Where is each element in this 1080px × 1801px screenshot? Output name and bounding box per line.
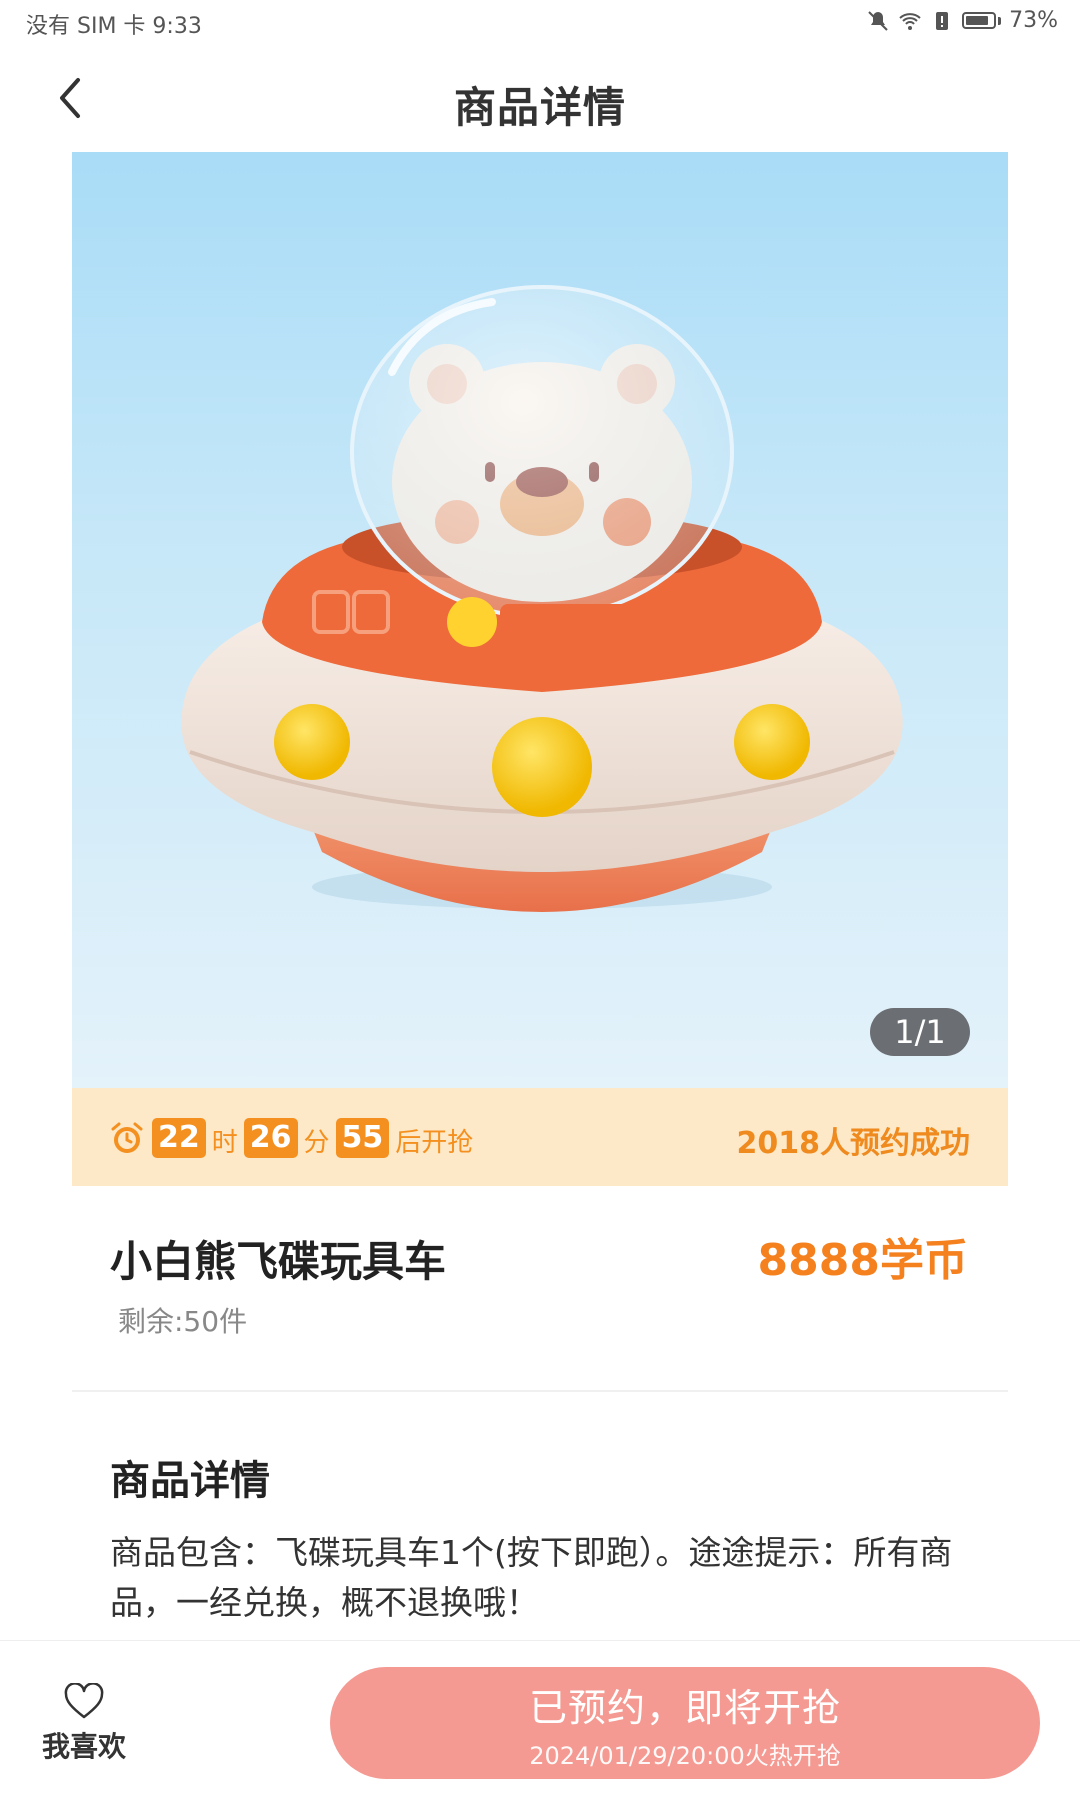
mute-bell-icon: [868, 10, 888, 31]
sim-alert-icon: [936, 11, 949, 30]
reserve-button-label: 已预约，即将开抢: [528, 1686, 841, 1730]
product-price: 8888学币: [757, 1235, 968, 1286]
ufo-toy-image: [181, 285, 903, 912]
countdown-hours: 22: [152, 1117, 206, 1158]
status-bar: 没有 SIM 卡 9:33 73%: [0, 0, 1080, 44]
gallery-pager: 1/1: [870, 1008, 970, 1056]
product-image-gallery[interactable]: 1/1: [72, 152, 1008, 1088]
countdown-minutes-unit: 分: [303, 1128, 330, 1158]
product-name: 小白熊飞碟玩具车: [110, 1237, 447, 1286]
bottom-action-bar: 我喜欢 已预约，即将开抢 2024/01/29/20:00火热开抢: [0, 1640, 1080, 1801]
reserve-button[interactable]: 已预约，即将开抢 2024/01/29/20:00火热开抢: [330, 1667, 1040, 1779]
details-description: 商品包含：飞碟玩具车1个(按下即跑）。途途提示：所有商品，一经兑换，概不退换哦！: [110, 1533, 953, 1622]
divider: [72, 1390, 1008, 1392]
status-carrier-time: 没有 SIM 卡 9:33: [26, 14, 202, 39]
details-section-title: 商品详情: [110, 1458, 270, 1504]
favorite-button[interactable]: 我喜欢: [34, 1683, 134, 1765]
page-title: 商品详情: [453, 83, 626, 132]
battery-percent: 73%: [1009, 8, 1058, 33]
reservation-count: 2018人预约成功: [736, 1126, 971, 1161]
stock-remaining: 剩余:50件: [118, 1305, 248, 1338]
alarm-clock-icon: [111, 1122, 143, 1153]
favorite-label: 我喜欢: [41, 1730, 126, 1763]
countdown-minutes: 26: [243, 1117, 298, 1158]
countdown-seconds: 55: [335, 1117, 390, 1158]
countdown-timer: 22 时 26 分 55 后开抢: [110, 1116, 479, 1159]
countdown-bar: 22 时 26 分 55 后开抢 2018人预约成功: [72, 1088, 1008, 1186]
wifi-icon: [899, 12, 921, 30]
nav-bar: 商品详情: [0, 50, 1080, 150]
heart-icon: [64, 1683, 104, 1719]
battery-icon: [962, 12, 997, 29]
reserve-button-subtext: 2024/01/29/20:00火热开抢: [529, 1742, 841, 1770]
countdown-hours-unit: 时: [211, 1128, 238, 1158]
countdown-suffix: 后开抢: [395, 1128, 474, 1158]
status-icons: 73%: [866, 8, 1058, 33]
